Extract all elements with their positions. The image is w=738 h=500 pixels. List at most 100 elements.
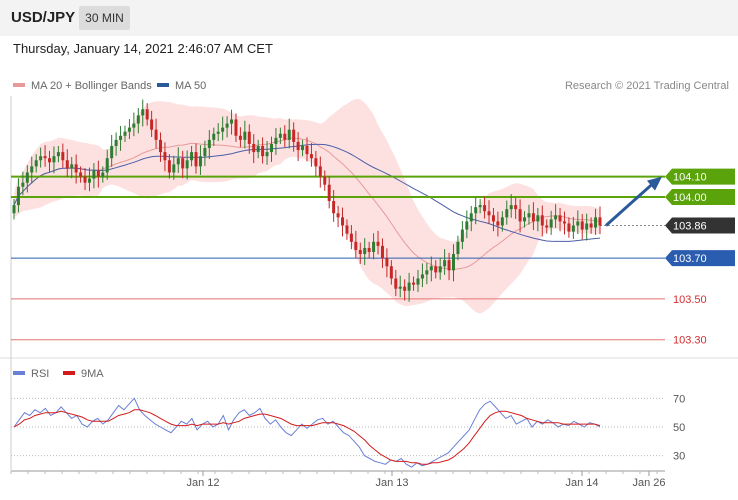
candle-body (527, 213, 531, 218)
rsi-tick-label: 30 (673, 451, 685, 463)
time-tick-label: Jan 13 (375, 477, 408, 489)
candle-body (230, 119, 234, 124)
candle-body (500, 217, 504, 226)
candle-body (70, 164, 74, 169)
candle-body (509, 205, 513, 210)
candle-body (363, 247, 367, 255)
candle-body (159, 139, 162, 153)
candle-body (136, 115, 140, 124)
candle-body (594, 217, 598, 228)
candle-body (119, 135, 123, 140)
candle-body (243, 131, 247, 140)
candle-body (61, 152, 65, 161)
rsi-tick-label: 70 (673, 393, 685, 405)
candle-body (105, 158, 109, 173)
candle-body (225, 123, 229, 128)
candle-body (261, 145, 265, 157)
candle-body (283, 133, 287, 140)
candle-body (56, 152, 60, 157)
candle-body (469, 213, 473, 222)
candle-body (487, 211, 491, 216)
candle-body (21, 182, 25, 187)
candle-body (571, 225, 575, 232)
candle-body (163, 152, 167, 161)
candle-body (221, 127, 225, 132)
candle-body (540, 215, 544, 226)
candle-body (292, 129, 296, 142)
candle-body (567, 223, 571, 232)
candle-body (438, 266, 442, 273)
candle-body (549, 219, 553, 228)
candle-body (598, 217, 602, 226)
candle-body (212, 133, 216, 140)
candle-body (172, 164, 176, 173)
candle-body (123, 131, 127, 136)
candle-body (576, 221, 580, 226)
candle-body (305, 145, 309, 155)
candle-body (452, 254, 455, 271)
candle-body (314, 158, 318, 167)
candle-body (523, 217, 527, 222)
candle-body (296, 141, 300, 151)
candle-body (394, 278, 398, 289)
candle-body (372, 241, 376, 253)
candle-body (150, 119, 154, 130)
time-tick-label: Jan 12 (186, 477, 219, 489)
candle-body (412, 282, 416, 285)
candle-body (589, 223, 593, 228)
price-chart[interactable]: 104.10 104.00 103.86 103.70 103.50 103.30 70 50… (0, 0, 738, 500)
candle-body (416, 278, 420, 285)
candle-body (83, 176, 87, 183)
candle-body (585, 223, 589, 230)
rsi-line (13, 397, 601, 468)
candle-body (185, 160, 189, 169)
candle-body (341, 217, 345, 226)
candle-body (460, 229, 464, 242)
rsi-tick-label: 50 (673, 422, 685, 434)
candle-body (127, 127, 131, 132)
candle-body (327, 184, 331, 202)
candle-body (398, 286, 402, 289)
candle-body (65, 160, 69, 169)
candle-body (39, 156, 43, 161)
candle-body (323, 176, 327, 185)
candle-body (483, 205, 487, 212)
candle-body (580, 221, 584, 230)
candle-body (332, 201, 336, 214)
level-label-103-50: 103.50 (673, 294, 707, 306)
level-label: 103.86 (673, 221, 707, 233)
candle-body (114, 139, 118, 146)
candle-body (358, 249, 362, 255)
candle-body (238, 135, 242, 140)
level-tag-104-00: 104.00 (665, 188, 735, 205)
candle-body (141, 109, 145, 116)
candle-body (234, 119, 238, 136)
candle-body (132, 123, 136, 128)
candle-body (309, 154, 313, 159)
candle-body (12, 205, 16, 214)
time-tick-label: Jan 26 (632, 477, 665, 489)
candle-body (247, 131, 251, 144)
level-tag-103-70: 103.70 (665, 250, 735, 267)
candle-body (536, 215, 540, 222)
candle-body (176, 158, 180, 165)
candle-body (562, 221, 566, 224)
candle-body (345, 225, 349, 234)
candle-body (318, 166, 322, 177)
candle-body (16, 186, 20, 206)
candle-body (25, 172, 29, 183)
candle-body (447, 260, 451, 271)
candle-body (491, 215, 495, 222)
level-label-103-30: 103.30 (673, 335, 707, 347)
level-tag-103-86: 103.86 (665, 217, 735, 234)
candle-body (474, 207, 478, 214)
candle-body (96, 170, 100, 177)
candle-body (354, 241, 358, 250)
candle-body (181, 158, 185, 169)
candle-body (389, 266, 393, 279)
candle-body (74, 164, 78, 173)
candle-body (198, 156, 202, 167)
candle-body (443, 260, 447, 267)
candle-body (145, 109, 149, 120)
candle-body (301, 145, 305, 151)
